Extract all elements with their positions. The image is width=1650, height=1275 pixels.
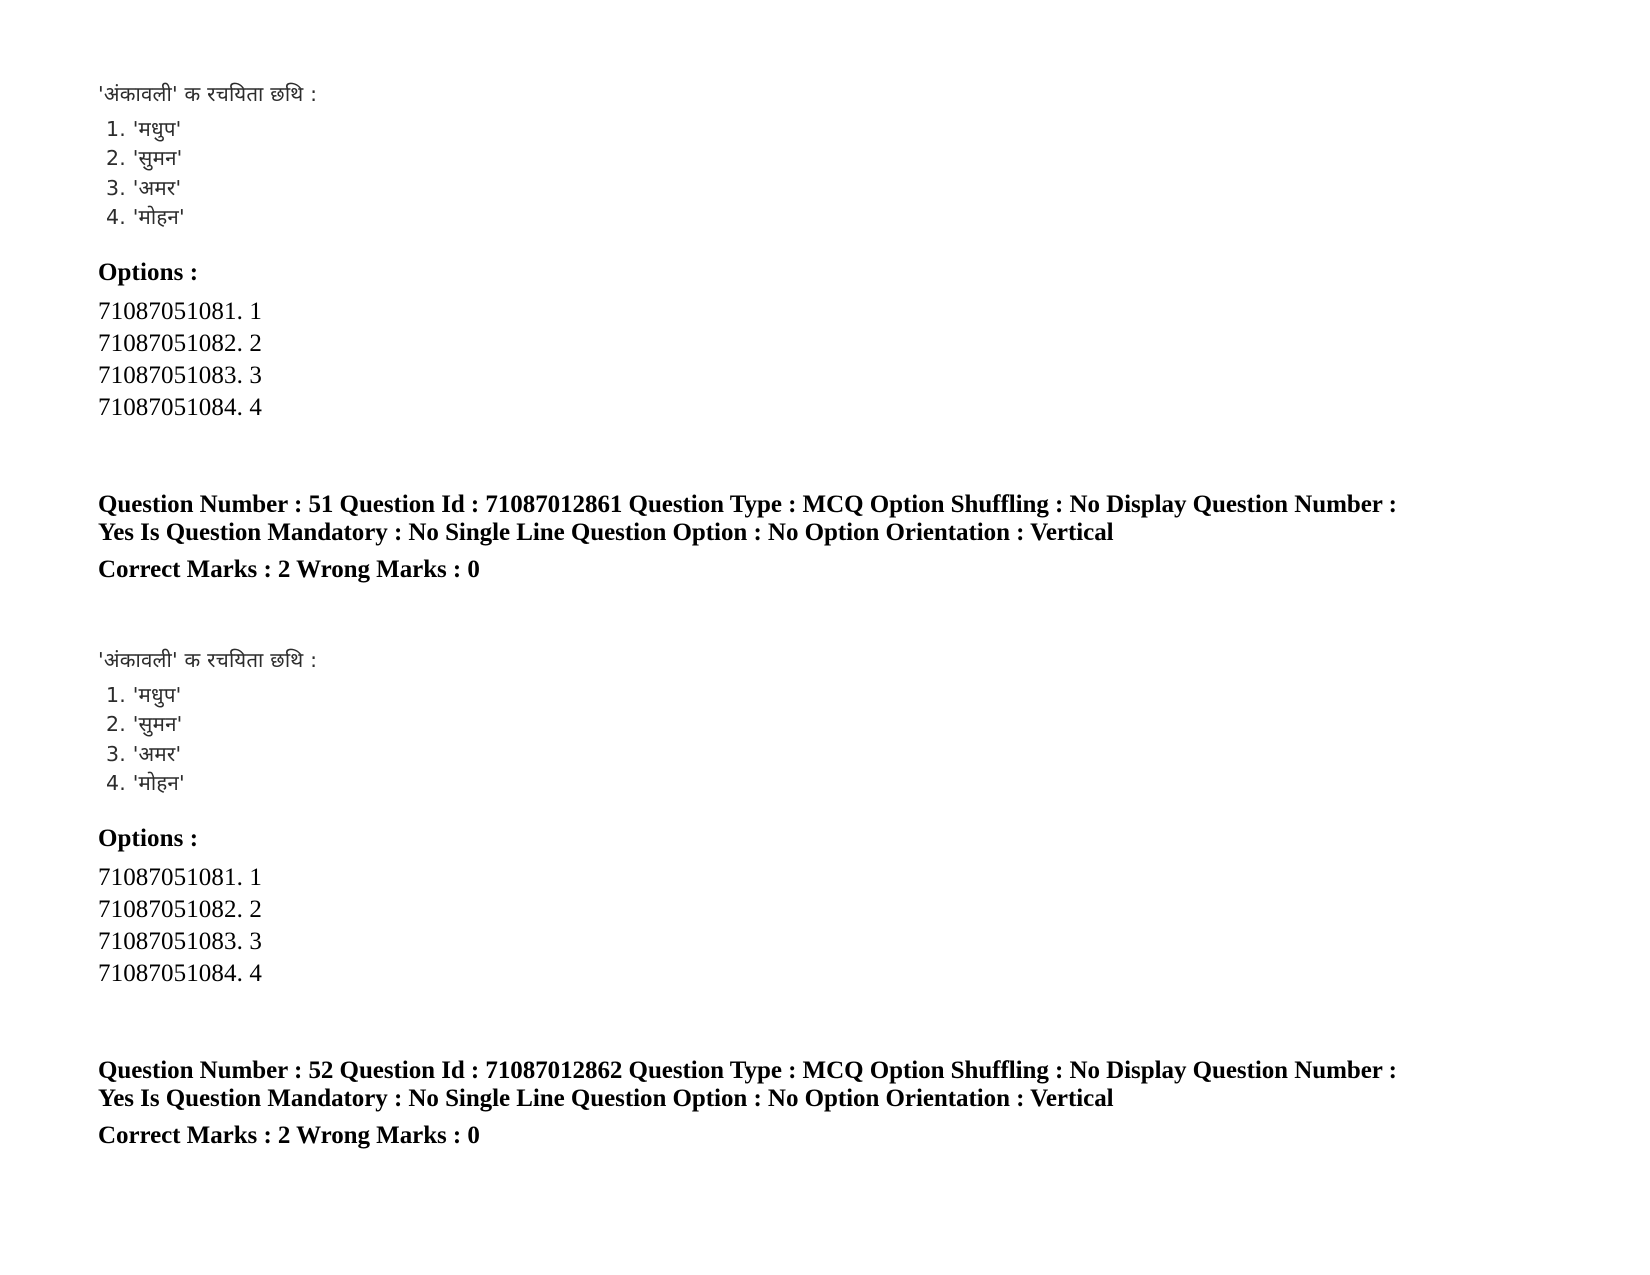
question-choice: 2. 'सुमन' xyxy=(106,148,1428,169)
choice-text: 'मोहन' xyxy=(132,771,185,795)
option-id: 71087051082. xyxy=(98,329,243,357)
option-label: 4 xyxy=(249,394,262,422)
option-id: 71087051083. xyxy=(98,362,243,389)
option-id-row: 71087051084. 4 xyxy=(98,392,1428,424)
question-metadata: Question Number : 52 Question Id : 71087… xyxy=(98,1057,1428,1151)
question-choice-list: 1. 'मधुप' 2. 'सुमन' 3. 'अमर' 4. 'मोहन' xyxy=(98,116,1428,228)
option-id: 71087051083. xyxy=(98,928,243,955)
option-label: 3 xyxy=(249,362,262,389)
question-choice: 3. 'अमर' xyxy=(106,741,1428,766)
block-separator xyxy=(98,584,1428,628)
option-id: 71087051082. xyxy=(98,895,243,923)
options-heading: Options : xyxy=(98,258,199,286)
option-label: 3 xyxy=(249,928,262,955)
choice-text: 'मोहन' xyxy=(132,205,185,229)
options-heading: Options : xyxy=(98,824,199,852)
document-page: 'अंकावली' क रचयिता छथि : 1. 'मधुप' 2. 'स… xyxy=(0,0,1650,1275)
choice-text: 'मधुप' xyxy=(132,116,182,141)
option-id-row: 71087051082. 2 xyxy=(98,328,1428,360)
question-choice: 4. 'मोहन' xyxy=(106,773,1428,794)
choice-number: 2. xyxy=(106,146,126,170)
question-choice: 4. 'मोहन' xyxy=(106,207,1428,228)
choice-text: 'अमर' xyxy=(132,741,182,766)
option-label: 2 xyxy=(249,895,262,923)
question-metadata-line: Question Number : 51 Question Id : 71087… xyxy=(98,490,1397,547)
page-content: 'अंकावली' क रचयिता छथि : 1. 'मधुप' 2. 'स… xyxy=(98,62,1428,1150)
choice-number: 1. xyxy=(106,116,126,141)
option-id: 71087051081. xyxy=(98,297,243,325)
question-metadata-line: Question Number : 52 Question Id : 71087… xyxy=(98,1056,1397,1113)
option-label: 4 xyxy=(249,960,262,988)
choice-number: 1. xyxy=(106,682,126,707)
question-stem: 'अंकावली' क रचयिता छथि : xyxy=(98,82,318,106)
question-choice: 3. 'अमर' xyxy=(106,175,1428,200)
question-block: 'अंकावली' क रचयिता छथि : 1. 'मधुप' 2. 'स… xyxy=(98,62,1428,584)
choice-number: 2. xyxy=(106,712,126,736)
option-id-row: 71087051081. 1 xyxy=(98,862,1428,894)
option-id-row: 71087051082. 2 xyxy=(98,894,1428,926)
question-stem: 'अंकावली' क रचयिता छथि : xyxy=(98,648,318,672)
option-id-row: 71087051083. 3 xyxy=(98,360,1428,392)
choice-number: 4. xyxy=(106,771,126,795)
option-id-row: 71087051083. 3 xyxy=(98,926,1428,958)
question-choice: 2. 'सुमन' xyxy=(106,714,1428,735)
question-choice-list: 1. 'मधुप' 2. 'सुमन' 3. 'अमर' 4. 'मोहन' xyxy=(98,682,1428,794)
question-choice: 1. 'मधुप' xyxy=(106,116,1428,141)
option-id-row: 71087051084. 4 xyxy=(98,958,1428,990)
choice-text: 'सुमन' xyxy=(132,146,183,170)
question-choice: 1. 'मधुप' xyxy=(106,682,1428,707)
question-metadata: Question Number : 51 Question Id : 71087… xyxy=(98,491,1428,585)
option-id: 71087051084. xyxy=(98,960,243,988)
choice-number: 4. xyxy=(106,205,126,229)
choice-number: 3. xyxy=(106,175,126,200)
choice-text: 'सुमन' xyxy=(132,712,183,736)
option-label: 1 xyxy=(249,863,262,891)
choice-number: 3. xyxy=(106,741,126,766)
question-block: 'अंकावली' क रचयिता छथि : 1. 'मधुप' 2. 'स… xyxy=(98,628,1428,1150)
choice-text: 'अमर' xyxy=(132,175,182,200)
option-label: 2 xyxy=(249,329,262,357)
choice-text: 'मधुप' xyxy=(132,682,182,707)
option-id: 71087051081. xyxy=(98,863,243,891)
option-id: 71087051084. xyxy=(98,394,243,422)
option-id-row: 71087051081. 1 xyxy=(98,296,1428,328)
question-marks-line: Correct Marks : 2 Wrong Marks : 0 xyxy=(98,1121,480,1149)
question-marks-line: Correct Marks : 2 Wrong Marks : 0 xyxy=(98,555,480,583)
option-label: 1 xyxy=(249,297,262,325)
